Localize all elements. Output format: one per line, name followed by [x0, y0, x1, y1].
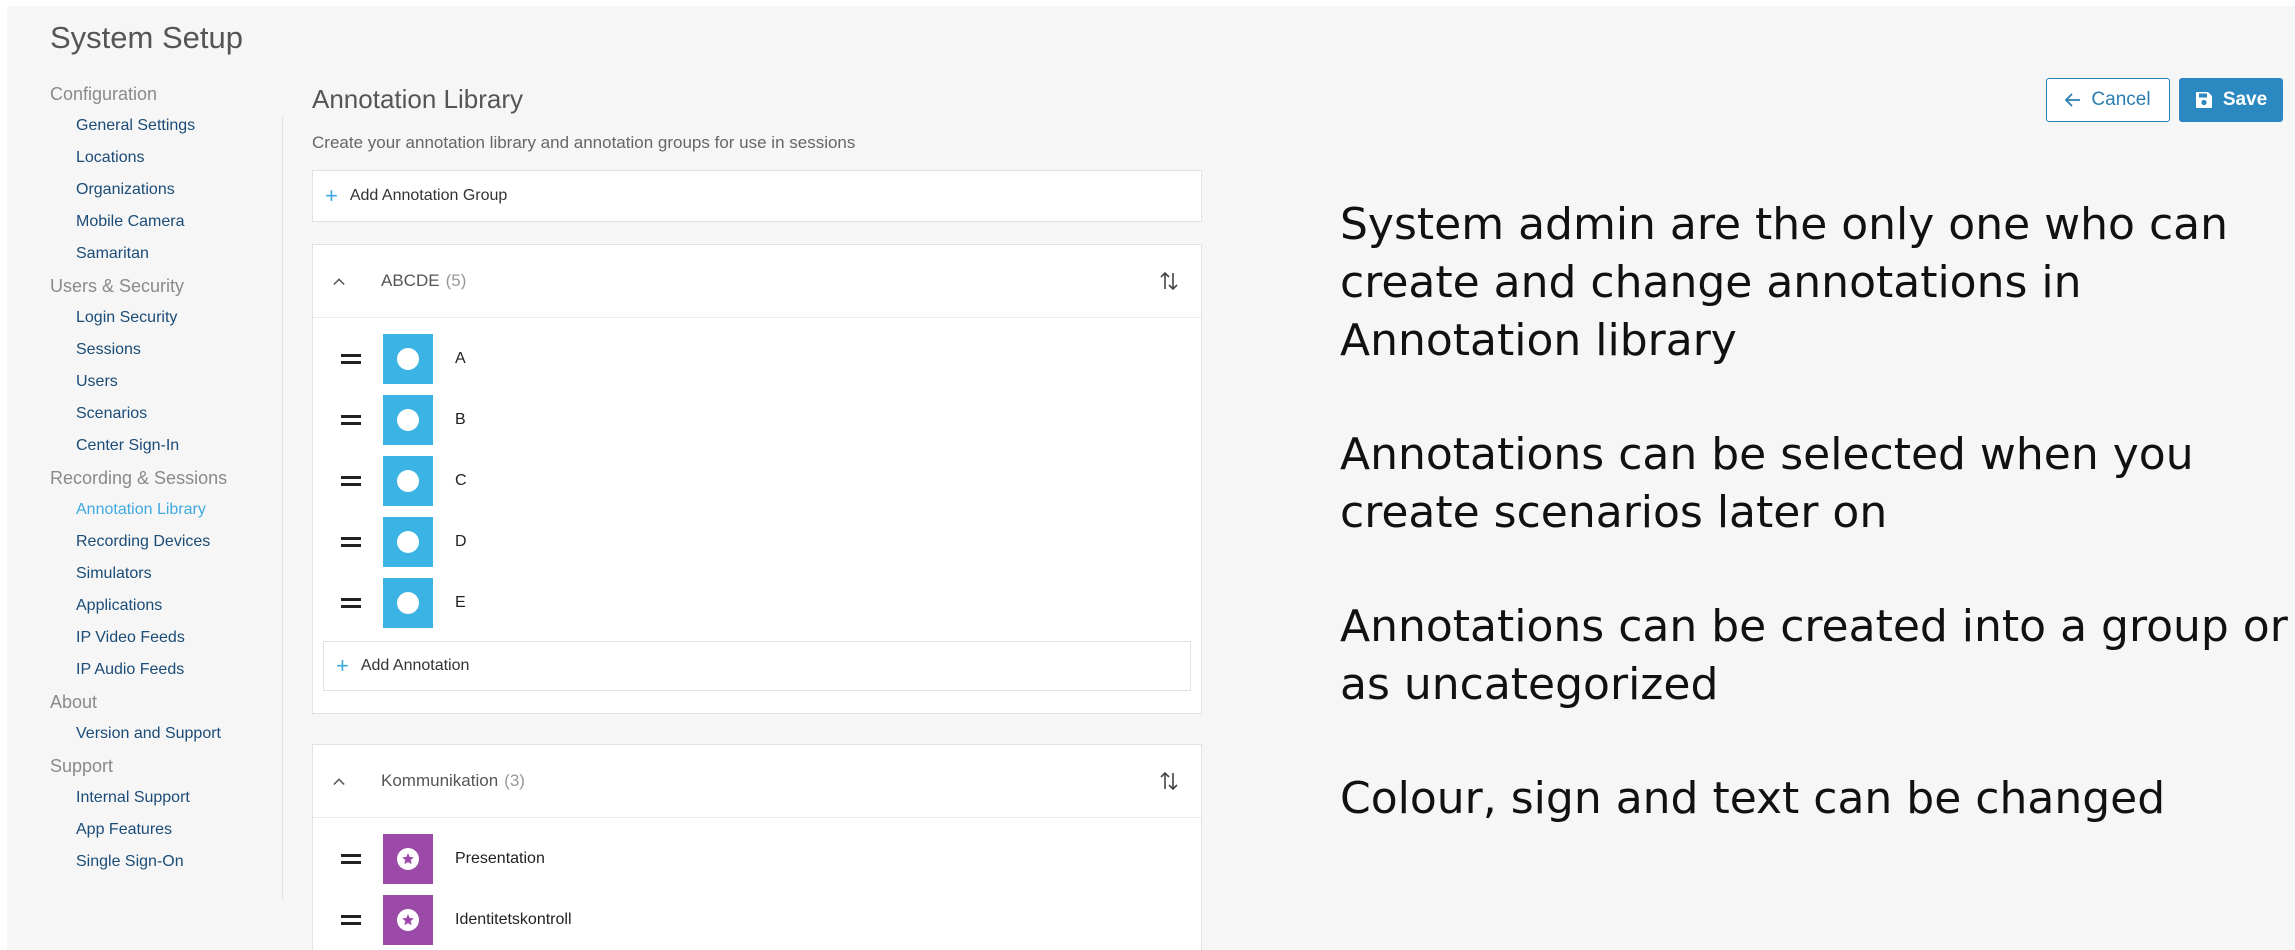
- chevron-up-icon[interactable]: [333, 775, 345, 787]
- annotation-label: E: [455, 593, 466, 611]
- sidebar-item-mobile-camera[interactable]: Mobile Camera: [50, 206, 280, 238]
- star-circle-icon: [397, 908, 419, 931]
- sidebar-section-users-security: Users & Security: [50, 276, 185, 296]
- annotation-swatch[interactable]: [383, 333, 433, 384]
- group-count: (5): [445, 271, 467, 290]
- plus-icon: +: [325, 183, 338, 208]
- sidebar-item-version-support[interactable]: Version and Support: [50, 718, 280, 750]
- annotation-row[interactable]: C: [313, 450, 1201, 511]
- annotation-label: C: [455, 471, 467, 489]
- sidebar-item-app-features[interactable]: App Features: [50, 814, 280, 846]
- cancel-button[interactable]: Cancel: [2046, 78, 2170, 122]
- annotation-notes: System admin are the only one who can cr…: [1340, 196, 2295, 884]
- sidebar-item-users[interactable]: Users: [50, 366, 280, 398]
- note-text: Annotations can be created into a group …: [1340, 601, 2288, 710]
- floppy-disk-icon: [2195, 91, 2213, 109]
- group-header: ABCDE (5): [313, 245, 1201, 318]
- drag-handle-icon[interactable]: [341, 353, 361, 364]
- sidebar: Configuration General Settings Locations…: [50, 78, 280, 878]
- circle-icon: [397, 347, 419, 370]
- sidebar-item-ip-video-feeds[interactable]: IP Video Feeds: [50, 622, 280, 654]
- annotation-label: A: [455, 349, 466, 367]
- section-title: Annotation Library: [312, 84, 524, 114]
- annotation-label: D: [455, 532, 467, 550]
- group-count: (3): [504, 771, 525, 790]
- sidebar-item-general-settings[interactable]: General Settings: [50, 110, 280, 142]
- main-content: Annotation Library Create your annotatio…: [312, 78, 1208, 153]
- circle-icon: [397, 591, 419, 614]
- sidebar-item-center-sign-in[interactable]: Center Sign-In: [50, 430, 280, 462]
- annotation-swatch[interactable]: [383, 833, 433, 884]
- save-label: Save: [2222, 89, 2268, 110]
- annotation-group-abcde: ABCDE (5) A B C D E + Add Annotation: [312, 244, 1202, 714]
- sidebar-item-annotation-library[interactable]: Annotation Library: [50, 494, 280, 526]
- circle-icon: [397, 530, 419, 553]
- drag-handle-icon[interactable]: [341, 853, 361, 864]
- drag-handle-icon[interactable]: [341, 414, 361, 425]
- sidebar-section-support: Support: [50, 756, 114, 776]
- arrow-left-icon: [2065, 93, 2081, 107]
- sidebar-section-configuration: Configuration: [50, 84, 158, 104]
- sidebar-item-internal-support[interactable]: Internal Support: [50, 782, 280, 814]
- section-subtitle: Create your annotation library and annot…: [312, 133, 856, 152]
- annotation-label: B: [455, 410, 466, 428]
- annotation-row[interactable]: E: [313, 572, 1201, 633]
- drag-handle-icon[interactable]: [341, 914, 361, 925]
- chevron-up-icon[interactable]: [333, 275, 345, 287]
- annotation-row[interactable]: A: [313, 328, 1201, 389]
- add-annotation-group-button[interactable]: + Add Annotation Group: [312, 170, 1202, 222]
- note-text: Colour, sign and text can be changed: [1340, 773, 2166, 824]
- annotation-swatch[interactable]: [383, 516, 433, 567]
- sidebar-item-login-security[interactable]: Login Security: [50, 302, 280, 334]
- sidebar-item-locations[interactable]: Locations: [50, 142, 280, 174]
- drag-handle-icon[interactable]: [341, 475, 361, 486]
- save-button[interactable]: Save: [2179, 78, 2283, 122]
- annotation-label: Presentation: [455, 849, 545, 867]
- annotation-swatch[interactable]: [383, 455, 433, 506]
- page-title: System Setup: [50, 20, 243, 55]
- note-text: System admin are the only one who can cr…: [1340, 199, 2228, 366]
- annotation-list: A B C D E: [313, 318, 1201, 633]
- star-circle-icon: [397, 847, 419, 870]
- group-name: ABCDE: [381, 271, 440, 290]
- sidebar-item-applications[interactable]: Applications: [50, 590, 280, 622]
- annotation-list: Presentation Identitetskontroll: [313, 818, 1201, 950]
- annotation-swatch[interactable]: [383, 577, 433, 628]
- drag-handle-icon[interactable]: [341, 597, 361, 608]
- sidebar-item-sessions[interactable]: Sessions: [50, 334, 280, 366]
- sidebar-item-recording-devices[interactable]: Recording Devices: [50, 526, 280, 558]
- note-text: Annotations can be selected when you cre…: [1340, 429, 2194, 538]
- annotation-row[interactable]: Presentation: [313, 828, 1201, 889]
- sidebar-section-about: About: [50, 692, 98, 712]
- annotation-label: Identitetskontroll: [455, 910, 572, 928]
- annotation-row[interactable]: Identitetskontroll: [313, 889, 1201, 950]
- annotation-group-kommunikation: Kommunikation (3) Presentation Identitet…: [312, 744, 1202, 950]
- sidebar-item-samaritan[interactable]: Samaritan: [50, 238, 280, 270]
- plus-icon: +: [336, 653, 349, 678]
- sidebar-item-single-sign-on[interactable]: Single Sign-On: [50, 846, 280, 878]
- sidebar-item-ip-audio-feeds[interactable]: IP Audio Feeds: [50, 654, 280, 686]
- app-window: System Setup Configuration General Setti…: [7, 6, 2295, 950]
- add-annotation-label: Add Annotation: [360, 657, 470, 674]
- sidebar-item-scenarios[interactable]: Scenarios: [50, 398, 280, 430]
- drag-handle-icon[interactable]: [341, 536, 361, 547]
- sidebar-divider: [282, 116, 283, 900]
- circle-icon: [397, 469, 419, 492]
- cancel-label: Cancel: [2091, 89, 2151, 110]
- annotation-row[interactable]: D: [313, 511, 1201, 572]
- annotation-swatch[interactable]: [383, 894, 433, 945]
- sidebar-section-recording-sessions: Recording & Sessions: [50, 468, 228, 488]
- add-annotation-button[interactable]: + Add Annotation: [323, 641, 1191, 691]
- circle-icon: [397, 408, 419, 431]
- sort-icon[interactable]: [1159, 269, 1179, 293]
- group-name: Kommunikation: [381, 771, 499, 790]
- annotation-swatch[interactable]: [383, 394, 433, 445]
- sort-icon[interactable]: [1159, 769, 1179, 793]
- sidebar-item-simulators[interactable]: Simulators: [50, 558, 280, 590]
- sidebar-item-organizations[interactable]: Organizations: [50, 174, 280, 206]
- annotation-row[interactable]: B: [313, 389, 1201, 450]
- group-header: Kommunikation (3): [313, 745, 1201, 818]
- add-annotation-group-label: Add Annotation Group: [349, 187, 508, 204]
